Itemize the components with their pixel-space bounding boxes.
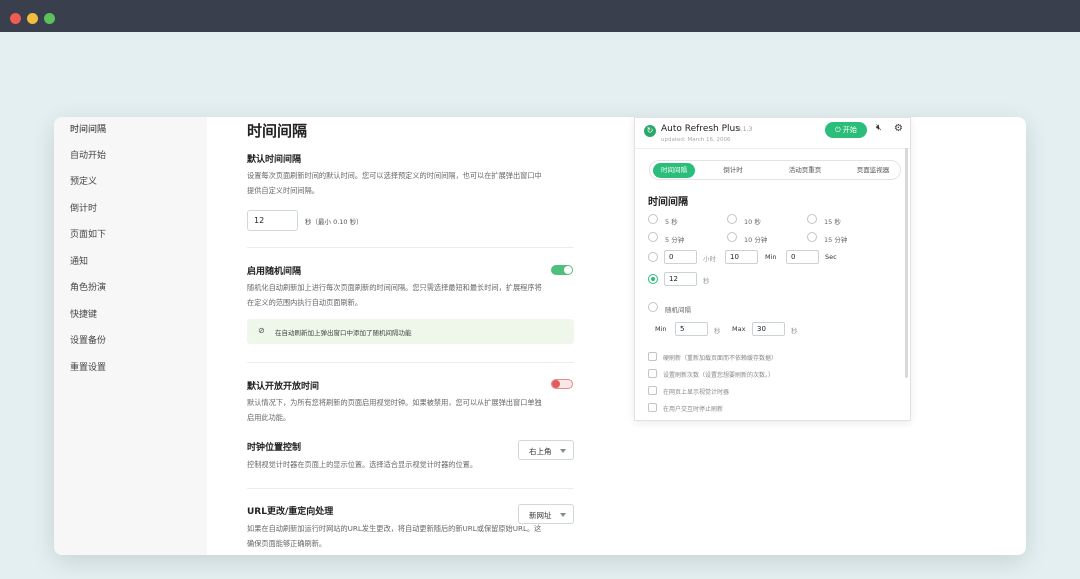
tab-countdown[interactable]: 倒计时: [712, 163, 754, 178]
default-open-title: 默认开放开放时间: [247, 382, 320, 392]
popup-scrollbar[interactable]: [905, 148, 908, 378]
hard-refresh-label: 硬刷新（重新加载页面而不依赖缓存数据）: [663, 355, 778, 362]
random-interval-toggle[interactable]: [551, 265, 573, 275]
url-change-desc: 如果在自动刷新加运行时网站的URL发生更改，将自动更新随后的新URL或保留原始U…: [247, 524, 542, 548]
popup-section-title: 时间间隔: [648, 197, 688, 208]
seconds-value-unit: 秒: [703, 277, 710, 285]
minimize-window-button[interactable]: [27, 13, 38, 24]
divider: [635, 148, 910, 149]
chevron-down-icon: [560, 449, 566, 453]
sidebar-item-notification[interactable]: 通知: [70, 255, 88, 269]
tab-page-monitor[interactable]: 页面监视器: [850, 163, 896, 178]
hard-refresh-checkbox[interactable]: [648, 352, 657, 361]
default-interval-desc: 设置每次页面刷新时间的默认时间。您可以选择预定义的时间间隔，也可以在扩展弹出窗口…: [247, 171, 542, 195]
divider: [247, 488, 574, 489]
random-interval-label: 随机间隔: [665, 306, 691, 314]
chevron-down-icon: [560, 513, 566, 517]
default-open-toggle[interactable]: [551, 379, 573, 389]
clock-position-value: 右上角: [529, 447, 552, 456]
preset-15m-radio[interactable]: [807, 232, 817, 242]
extension-popup: ↻ Auto Refresh Plus 8.1.3 updated: March…: [634, 117, 911, 421]
seconds-unit: Sec: [825, 253, 837, 261]
default-interval-input[interactable]: 12: [247, 210, 298, 231]
info-banner: ⊘ 在自动刷新加上弹出窗口中添加了随机间隔功能: [247, 319, 574, 344]
max-unit: 秒: [791, 327, 798, 335]
info-banner-text: 在自动刷新加上弹出窗口中添加了随机间隔功能: [275, 329, 412, 337]
sidebar-item-predefined[interactable]: 预定义: [70, 175, 97, 189]
sidebar: 时间间隔 自动开始 预定义 倒计时 页面如下 通知 角色扮演 快捷键 设置备份 …: [54, 117, 207, 555]
popup-version: 8.1.3: [737, 126, 753, 133]
close-window-button[interactable]: [10, 13, 21, 24]
random-interval-title: 启用随机间隔: [247, 267, 302, 277]
power-icon: ⏻: [835, 126, 843, 134]
clock-position-desc: 控制视觉计时器在页面上的显示位置。选择适合显示视觉计时器的位置。: [247, 460, 478, 469]
custom-seconds-input[interactable]: 0: [786, 250, 819, 264]
info-check-icon: ⊘: [258, 326, 265, 335]
hours-unit: 小时: [703, 255, 716, 263]
refresh-logo-icon: ↻: [644, 125, 656, 137]
random-max-input[interactable]: 30: [752, 322, 785, 336]
settings-window: 时间间隔 自动开始 预定义 倒计时 页面如下 通知 角色扮演 快捷键 设置备份 …: [54, 117, 1026, 555]
clock-position-title: 时钟位置控制: [247, 443, 302, 453]
max-label: Max: [732, 325, 746, 333]
clock-position-select[interactable]: 右上角: [518, 440, 574, 460]
default-interval-unit: 秒（最小 0.10 秒）: [305, 218, 363, 226]
page-title: 时间间隔: [247, 122, 308, 140]
url-change-value: 新网址: [529, 511, 552, 520]
tab-active-page[interactable]: 活动页重页: [780, 163, 830, 178]
sidebar-item-autostart[interactable]: 自动开始: [70, 149, 106, 163]
minutes-unit: Min: [765, 253, 777, 261]
tab-interval[interactable]: 时间间隔: [653, 163, 695, 178]
divider: [247, 362, 574, 363]
stop-on-interaction-checkbox[interactable]: [648, 403, 657, 412]
preset-10m-radio[interactable]: [727, 232, 737, 242]
url-change-select[interactable]: 新网址: [518, 504, 574, 524]
seconds-radio[interactable]: [648, 274, 658, 284]
random-min-input[interactable]: 5: [675, 322, 708, 336]
min-unit: 秒: [714, 327, 721, 335]
sidebar-item-roleplay[interactable]: 角色扮演: [70, 281, 106, 295]
min-label: Min: [655, 325, 667, 333]
popup-app-name: Auto Refresh Plus: [661, 124, 740, 134]
browser-titlebar: [0, 0, 1080, 32]
preset-10s-radio[interactable]: [727, 214, 737, 224]
popup-tabs: 时间间隔 倒计时 活动页重页 页面监视器: [649, 160, 901, 180]
start-button[interactable]: ⏻ 开始: [825, 122, 867, 138]
sidebar-item-page[interactable]: 页面如下: [70, 228, 106, 242]
preset-label: 15 秒: [824, 218, 841, 226]
preset-5s-radio[interactable]: [648, 214, 658, 224]
visual-timer-label: 在网页上显示视觉计时器: [663, 389, 730, 396]
preset-label: 10 秒: [744, 218, 761, 226]
custom-time-radio[interactable]: [648, 252, 658, 262]
sidebar-item-interval[interactable]: 时间间隔: [70, 123, 106, 137]
preset-15s-radio[interactable]: [807, 214, 817, 224]
preset-label: 5 分钟: [665, 236, 685, 244]
custom-minutes-input[interactable]: 10: [725, 250, 758, 264]
refresh-count-label: 设置刷新次数（设置您想要刷新的次数。）: [663, 372, 775, 379]
random-interval-radio[interactable]: [648, 302, 658, 312]
default-interval-title: 默认时间间隔: [247, 155, 302, 165]
refresh-count-checkbox[interactable]: [648, 369, 657, 378]
custom-hours-input[interactable]: 0: [664, 250, 697, 264]
url-change-title: URL更改/重定向处理: [247, 507, 334, 517]
visual-timer-checkbox[interactable]: [648, 386, 657, 395]
preset-label: 15 分钟: [824, 236, 848, 244]
seconds-value-input[interactable]: 12: [664, 272, 697, 286]
mute-icon[interactable]: 🔇︎: [876, 123, 882, 133]
stop-on-interaction-label: 在用户交互时停止刷新: [663, 406, 724, 413]
preset-5m-radio[interactable]: [648, 232, 658, 242]
sidebar-item-countdown[interactable]: 倒计时: [70, 202, 97, 216]
gear-icon[interactable]: ⚙: [894, 123, 903, 134]
sidebar-item-reset[interactable]: 重置设置: [70, 361, 106, 375]
divider: [247, 247, 574, 248]
preset-label: 10 分钟: [744, 236, 768, 244]
default-open-desc: 默认情况下，为所有您将刷新的页面启用视觉时钟。如果被禁用，您可以从扩展弹出窗口单…: [247, 398, 542, 422]
preset-label: 5 秒: [665, 218, 678, 226]
random-interval-desc: 随机化自动刷新加上进行每次页面刷新的时间间隔。您只需选择最短和最长时间，扩展程序…: [247, 283, 542, 307]
sidebar-item-shortcuts[interactable]: 快捷键: [70, 308, 97, 322]
popup-updated: updated: March 16, 2006: [661, 137, 731, 143]
maximize-window-button[interactable]: [44, 13, 55, 24]
sidebar-item-backup[interactable]: 设置备份: [70, 334, 106, 348]
start-button-label: 开始: [842, 126, 857, 134]
